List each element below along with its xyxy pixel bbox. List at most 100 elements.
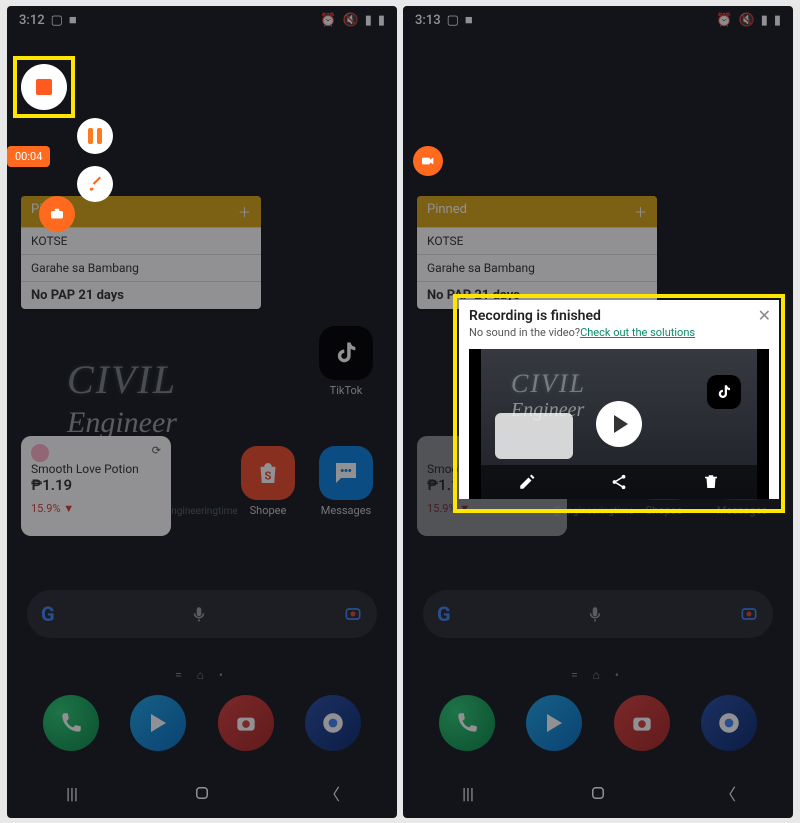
- dock-playstore-app[interactable]: [526, 695, 582, 751]
- asset-name: Smooth Love Potion: [31, 462, 161, 476]
- dock-camera-app[interactable]: [614, 695, 670, 751]
- chrome-icon: [716, 710, 742, 736]
- refresh-icon[interactable]: ⟳: [152, 444, 161, 457]
- app-dock: [403, 688, 793, 758]
- status-bar: 3:12 ▢ ■ ⏰ 🔇 ▮ ▮: [7, 6, 397, 34]
- pencil-icon: [518, 473, 536, 491]
- brush-icon: [86, 175, 104, 193]
- mute-icon: 🔇: [343, 13, 359, 28]
- recording-thumbnail[interactable]: CIVIL Engineer: [469, 349, 769, 499]
- solutions-link[interactable]: Check out the solutions: [580, 326, 695, 339]
- status-time: 3:13: [415, 13, 441, 28]
- camera-icon: [629, 710, 655, 736]
- battery-icon: ▮: [774, 13, 781, 28]
- alarm-icon: ⏰: [716, 13, 732, 28]
- google-logo-icon: G: [41, 602, 55, 626]
- nav-bar: ||| 〈: [403, 768, 793, 818]
- nav-recents-button[interactable]: |||: [456, 781, 480, 805]
- mini-price-card: [495, 413, 573, 459]
- app-icon-shopee[interactable]: S Shopee: [241, 446, 295, 500]
- page-indicator: = ⌂ •: [7, 668, 397, 682]
- battery-icon: ▮: [378, 13, 385, 28]
- svg-text:S: S: [265, 469, 272, 482]
- slp-icon: [31, 444, 49, 462]
- add-note-icon[interactable]: ＋: [634, 202, 647, 221]
- app-dock: [7, 688, 397, 758]
- phone-right-screenshot: 3:13 ▢ ■ ⏰ 🔇 ▮ ▮ Pinned ＋ KOTSE Garahe s…: [403, 6, 793, 818]
- phone-left-screenshot: 3:12 ▢ ■ ⏰ 🔇 ▮ ▮ 00:04 Pinned ＋ KOTSE Ga…: [7, 6, 397, 818]
- tiktok-icon: [332, 339, 360, 367]
- alarm-icon: ⏰: [320, 13, 336, 28]
- tiktok-icon: [707, 375, 741, 409]
- note-item[interactable]: Garahe sa Bambang: [21, 254, 261, 281]
- popup-highlight: ✕ Recording is finished No sound in the …: [453, 294, 785, 513]
- record-pause-button[interactable]: [77, 118, 113, 154]
- play-button[interactable]: [596, 401, 642, 447]
- asset-value: ₱1.19: [31, 476, 161, 494]
- app-icon-tiktok[interactable]: TikTok: [319, 326, 373, 380]
- record-timer-pill[interactable]: 00:04: [7, 146, 50, 167]
- status-bar: 3:13 ▢ ■ ⏰ 🔇 ▮ ▮: [403, 6, 793, 34]
- popup-subtitle: No sound in the video?Check out the solu…: [459, 326, 779, 345]
- delete-button[interactable]: [700, 471, 722, 493]
- dock-camera-app[interactable]: [218, 695, 274, 751]
- dock-phone-app[interactable]: [439, 695, 495, 751]
- status-time: 3:12: [19, 13, 45, 28]
- note-title: Pinned: [427, 202, 467, 221]
- camcorder-icon: [420, 153, 436, 169]
- dock-chrome-app[interactable]: [305, 695, 361, 751]
- camera-icon: [233, 710, 259, 736]
- share-button[interactable]: [608, 471, 630, 493]
- google-search-bar[interactable]: G: [423, 590, 773, 638]
- phone-icon: [58, 710, 84, 736]
- app-icon-messages[interactable]: Messages: [319, 446, 373, 500]
- shopping-bag-icon: S: [253, 458, 283, 488]
- dock-phone-app[interactable]: [43, 695, 99, 751]
- recorder-bubble[interactable]: [413, 146, 443, 176]
- record-toolbox-button[interactable]: [39, 196, 75, 232]
- pinned-notes-widget[interactable]: Pinned ＋ KOTSE Garahe sa Bambang No PAP …: [417, 196, 657, 309]
- chat-bubble-icon: [331, 458, 361, 488]
- recording-finished-popup: ✕ Recording is finished No sound in the …: [459, 300, 779, 499]
- share-icon: [610, 473, 628, 491]
- toolbox-icon: [48, 205, 66, 223]
- nav-back-button[interactable]: 〈: [320, 781, 344, 805]
- video-icon: ■: [69, 12, 77, 28]
- popup-title: Recording is finished: [459, 300, 779, 326]
- mute-icon: 🔇: [739, 13, 755, 28]
- mic-icon[interactable]: [190, 605, 208, 623]
- nav-home-button[interactable]: [190, 781, 214, 805]
- page-indicator: = ⌂ •: [403, 668, 793, 682]
- popup-close-button[interactable]: ✕: [758, 306, 771, 325]
- note-item[interactable]: KOTSE: [417, 227, 657, 254]
- signal-icon: ▮: [761, 13, 768, 28]
- screenshot-icon: ▢: [447, 13, 459, 28]
- add-note-icon[interactable]: ＋: [238, 202, 251, 221]
- thumbnail-action-bar: [481, 465, 757, 499]
- phone-icon: [454, 710, 480, 736]
- dock-playstore-app[interactable]: [130, 695, 186, 751]
- play-icon: [146, 711, 170, 735]
- edit-button[interactable]: [516, 471, 538, 493]
- record-brush-button[interactable]: [77, 166, 113, 202]
- dock-chrome-app[interactable]: [701, 695, 757, 751]
- note-item[interactable]: No PAP 21 days: [21, 281, 261, 309]
- nav-back-button[interactable]: 〈: [716, 781, 740, 805]
- chrome-icon: [320, 710, 346, 736]
- lens-icon[interactable]: [343, 604, 363, 624]
- video-icon: ■: [465, 12, 473, 28]
- nav-home-button[interactable]: [586, 781, 610, 805]
- mic-icon[interactable]: [586, 605, 604, 623]
- note-item[interactable]: Garahe sa Bambang: [417, 254, 657, 281]
- google-logo-icon: G: [437, 602, 451, 626]
- signal-icon: ▮: [365, 13, 372, 28]
- nav-recents-button[interactable]: |||: [60, 781, 84, 805]
- crypto-price-widget[interactable]: ⟳ Smooth Love Potion ₱1.19 15.9% ▼: [21, 436, 171, 536]
- wallpaper-text-2: Engineer: [67, 406, 357, 440]
- google-search-bar[interactable]: G: [27, 590, 377, 638]
- stop-button-highlight: [13, 56, 75, 118]
- nav-bar: ||| 〈: [7, 768, 397, 818]
- screenshot-icon: ▢: [51, 13, 63, 28]
- record-stop-button[interactable]: [21, 64, 67, 110]
- lens-icon[interactable]: [739, 604, 759, 624]
